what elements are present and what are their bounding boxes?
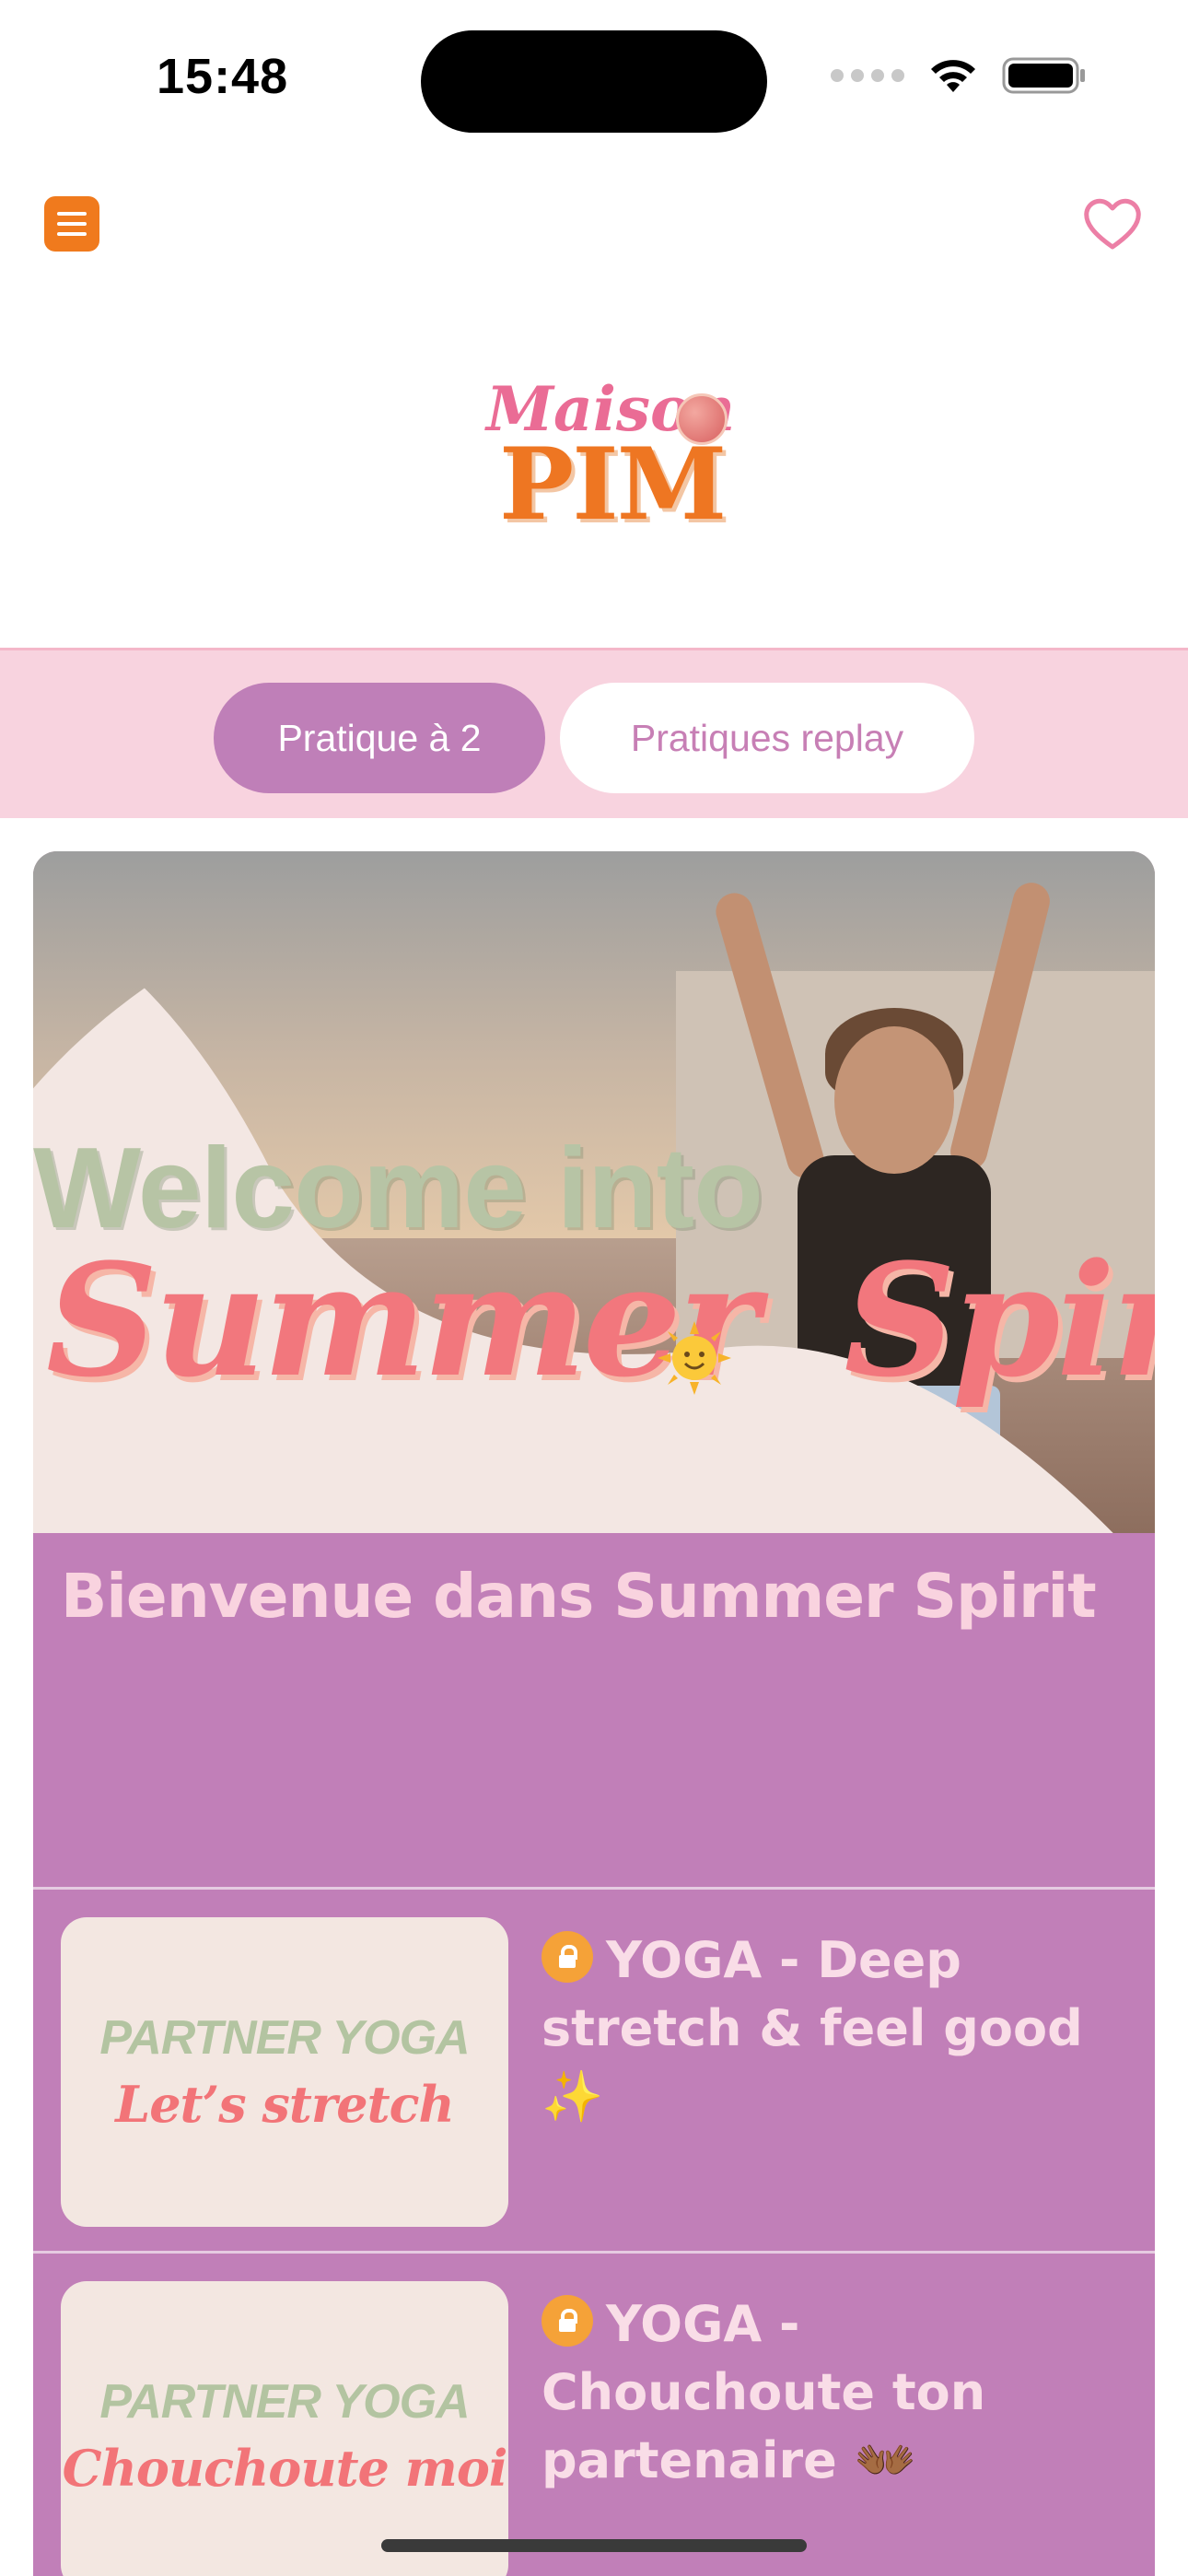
- hamburger-menu-icon: [57, 212, 87, 216]
- cellular-signal-icon: [831, 69, 904, 82]
- session-title: YOGA - Chouchoute ton partenaire 👐🏾: [542, 2295, 986, 2489]
- menu-button[interactable]: [44, 196, 99, 252]
- session-item[interactable]: PARTNER YOGA Chouchoute moi YOGA - Chouc…: [33, 2254, 1155, 2576]
- favorite-heart-button[interactable]: [1081, 193, 1144, 256]
- session-thumbnail: PARTNER YOGA Chouchoute moi: [61, 2281, 508, 2576]
- sun-emoji-icon: [658, 1321, 731, 1395]
- logo-main: PIM: [499, 427, 727, 543]
- maison-pim-logo: Maison PIM: [479, 373, 735, 543]
- lock-icon: [542, 1931, 593, 1983]
- status-icons: [831, 55, 1087, 96]
- home-indicator[interactable]: [381, 2539, 807, 2552]
- tab-bar: Pratique à 2 Pratiques replay: [0, 648, 1188, 818]
- session-title: YOGA - Deep stretch & feel good ✨: [542, 1931, 1083, 2125]
- status-bar: 15:48: [0, 0, 1188, 157]
- lock-icon: [542, 2295, 593, 2347]
- heart-outline-icon: [1084, 198, 1141, 250]
- battery-icon: [1002, 57, 1085, 94]
- dynamic-island: [421, 30, 767, 133]
- tab-pratiques-replay[interactable]: Pratiques replay: [560, 683, 974, 793]
- hero-banner-image: Welcome into SummerSpirit: [33, 851, 1155, 1533]
- wifi-icon: [931, 60, 975, 92]
- session-thumbnail: PARTNER YOGA Let’s stretch: [61, 1917, 508, 2227]
- hero-summer-spirit-text: SummerSpirit: [46, 1229, 1155, 1411]
- tab-pratique-a-2[interactable]: Pratique à 2: [214, 683, 545, 793]
- session-item[interactable]: PARTNER YOGA Let’s stretch YOGA - Deep s…: [33, 1890, 1155, 2251]
- status-time: 15:48: [157, 49, 289, 104]
- program-card[interactable]: Welcome into SummerSpirit Bienvenue dans…: [33, 851, 1155, 2576]
- program-title: Bienvenue dans Summer Spirit: [61, 1561, 1097, 1632]
